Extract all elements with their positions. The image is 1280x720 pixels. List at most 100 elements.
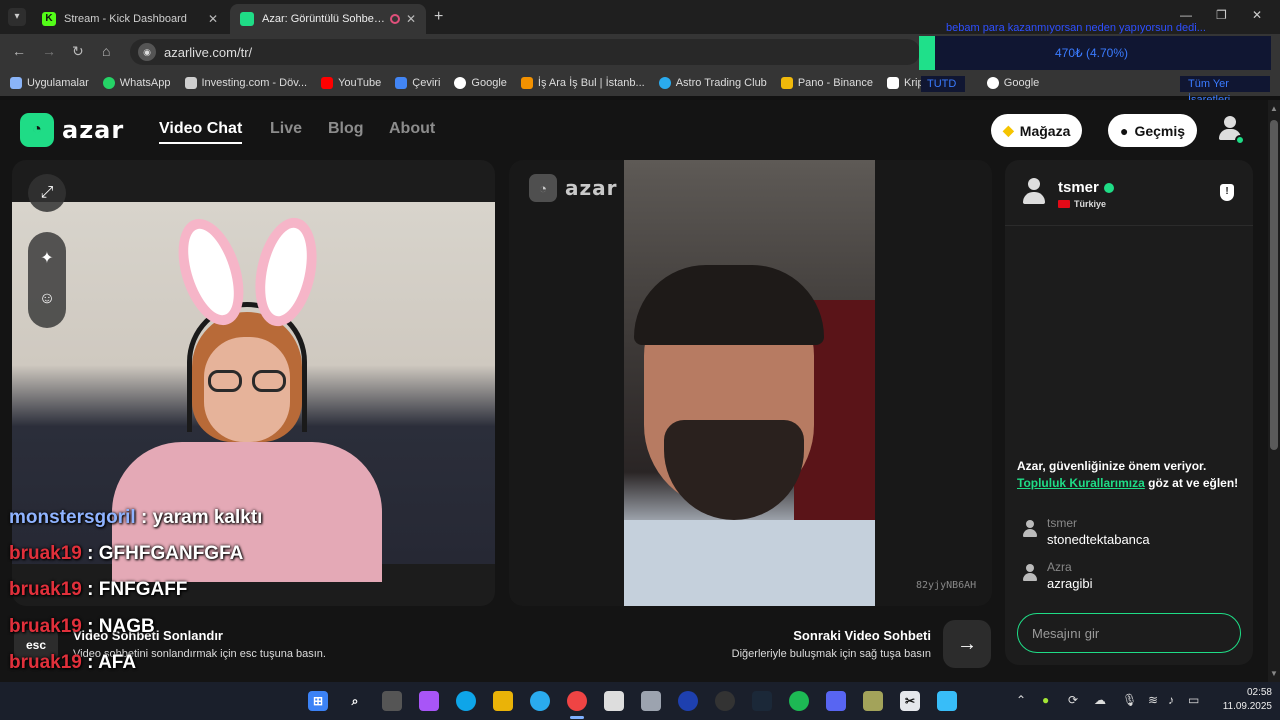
nav-live[interactable]: Live — [270, 120, 302, 138]
page-scrollbar[interactable]: ▲ ▼ — [1268, 100, 1280, 682]
tray-app-icon[interactable]: ● — [1042, 693, 1049, 707]
scroll-down-icon[interactable]: ▼ — [1270, 669, 1278, 678]
forward-arrow-icon[interactable]: → — [42, 43, 56, 59]
close-tab-icon[interactable]: ✕ — [208, 12, 218, 26]
whatsapp-icon — [102, 77, 115, 89]
site-info-icon[interactable]: ◉ — [138, 43, 156, 61]
copilot-icon[interactable] — [419, 691, 439, 711]
safety-text: Azar, güvenliğinize önem veriyor. — [1017, 459, 1207, 473]
windows-taskbar: ⊞ ⌕ ✂ ⌃ ● ⟳ ☁ 🎙 ≋ ♪ ▭ 02:58 11.09.2025 — [0, 682, 1280, 720]
task-view-icon[interactable] — [382, 691, 402, 711]
sparkle-effects-icon[interactable]: ✦ — [28, 248, 66, 268]
bookmark-astro-trading[interactable]: Astro Trading Club — [658, 77, 767, 89]
scroll-thumb[interactable] — [1270, 120, 1278, 450]
app-icon[interactable] — [863, 691, 883, 711]
clock-date: 11.09.2025 — [1222, 701, 1272, 712]
spotify-icon[interactable] — [789, 691, 809, 711]
file-explorer-icon[interactable] — [493, 691, 513, 711]
tab-kick-dashboard[interactable]: K Stream - Kick Dashboard ✕ — [32, 4, 228, 34]
tray-sync-icon[interactable]: ⟳ — [1068, 693, 1078, 707]
face-filter-icon[interactable]: ☺ — [28, 290, 66, 308]
google-icon — [986, 77, 999, 89]
wifi-icon[interactable]: ≋ — [1148, 693, 1158, 707]
telegram-icon[interactable] — [530, 691, 550, 711]
chat-message-input[interactable] — [1017, 613, 1241, 653]
search-icon[interactable]: ⌕ — [345, 691, 365, 711]
community-guidelines-link[interactable]: Topluluk Kurallarımıza — [1017, 476, 1145, 490]
investing-icon — [184, 77, 197, 89]
history-button[interactable]: ● Geçmiş — [1108, 114, 1198, 147]
next-chat-subtitle: Diğerleriyle buluşmak için sağ tuşa bası… — [731, 648, 931, 660]
obs-icon[interactable] — [715, 691, 735, 711]
azar-favicon-icon — [240, 12, 254, 26]
user-avatar-icon — [1023, 564, 1037, 582]
bookmark-job-search[interactable]: İş Ara İş Bul | İstanb... — [520, 77, 645, 89]
tab-azar[interactable]: Azar: Görüntülü Sohbet, Ara ✕ — [230, 4, 426, 34]
trading-app-icon[interactable] — [678, 691, 698, 711]
google-icon — [454, 77, 467, 89]
battery-icon[interactable]: ▭ — [1188, 693, 1199, 707]
azar-logo-icon: ◔ — [20, 113, 54, 147]
notepad-icon[interactable] — [937, 691, 957, 711]
address-bar[interactable]: ◉ azarlive.com/tr/ — [130, 39, 920, 65]
nav-video-chat[interactable]: Video Chat — [159, 120, 243, 144]
window-close-icon[interactable]: ✕ — [1252, 8, 1262, 22]
tray-network-icon[interactable]: ☁ — [1094, 693, 1106, 707]
youtube-icon — [321, 77, 334, 89]
nav-about[interactable]: About — [389, 120, 435, 138]
tray-chevron-icon[interactable]: ⌃ — [1016, 693, 1026, 707]
history-label: Geçmiş — [1134, 122, 1186, 139]
message-text: azragibi — [1047, 576, 1093, 591]
chrome-icon[interactable] — [567, 691, 587, 711]
home-icon[interactable]: ⌂ — [102, 43, 110, 59]
bookmark-google-2[interactable]: Google — [986, 77, 1039, 89]
esc-key-button[interactable]: esc — [14, 630, 58, 660]
report-shield-icon[interactable]: ! — [1220, 184, 1234, 201]
azar-logo[interactable]: ◔ azar — [20, 113, 124, 147]
partner-country: Türkiye — [1058, 199, 1106, 209]
next-chat-arrow-button[interactable]: → — [943, 620, 991, 668]
partner-camera-feed — [624, 160, 875, 606]
bookmark-whatsapp[interactable]: WhatsApp — [102, 77, 171, 89]
partner-avatar-icon[interactable] — [1023, 178, 1045, 206]
profile-avatar-icon[interactable] — [1214, 114, 1246, 146]
azar-page: ◔ azar Video Chat Live Blog About ◆ Mağa… — [0, 100, 1268, 682]
bookmark-google[interactable]: Google — [454, 77, 507, 89]
job-icon — [520, 77, 533, 89]
calculator-icon[interactable] — [641, 691, 661, 711]
message-author: Azra — [1047, 560, 1072, 574]
new-tab-plus-icon[interactable]: + — [434, 8, 443, 26]
minimize-icon[interactable]: — — [1180, 8, 1192, 22]
safety-suffix: göz at ve eğlen! — [1148, 476, 1239, 490]
restore-icon[interactable]: ❐ — [1216, 8, 1227, 22]
windows-start-icon[interactable]: ⊞ — [308, 691, 328, 711]
bookmark-investing[interactable]: Investing.com - Döv... — [184, 77, 307, 89]
bookmark-youtube[interactable]: YouTube — [321, 77, 381, 89]
microphone-icon[interactable]: 🎙 — [1122, 693, 1137, 707]
nav-blog[interactable]: Blog — [328, 120, 364, 138]
volume-icon[interactable]: ♪ — [1168, 693, 1174, 707]
url-text: azarlive.com/tr/ — [164, 44, 253, 60]
store-icon[interactable] — [604, 691, 624, 711]
all-bookmarks[interactable]: Tüm Yer İşaretleri — [1180, 76, 1270, 106]
expand-icon[interactable]: ⤢ — [28, 174, 66, 212]
edge-icon[interactable] — [456, 691, 476, 711]
bookmark-apps[interactable]: Uygulamalar — [10, 77, 89, 89]
capcut-icon[interactable]: ✂ — [900, 691, 920, 711]
bookmark-translate[interactable]: Çeviri — [395, 77, 440, 89]
close-tab-icon[interactable]: ✕ — [406, 12, 416, 26]
back-arrow-icon[interactable]: ← — [12, 43, 26, 59]
azar-logo-text: azar — [62, 116, 125, 144]
discord-icon[interactable] — [826, 691, 846, 711]
bookmark-label: Çeviri — [412, 77, 441, 89]
recording-indicator-icon — [389, 14, 400, 24]
system-clock[interactable]: 02:58 11.09.2025 — [1208, 686, 1272, 714]
tab-search-chevron-icon[interactable]: ▾ — [8, 8, 26, 26]
steam-icon[interactable] — [752, 691, 772, 711]
reload-icon[interactable]: ↻ — [72, 43, 84, 60]
bookmark-binance[interactable]: Pano - Binance — [780, 77, 873, 89]
shop-button[interactable]: ◆ Mağaza — [991, 114, 1083, 147]
message-author: tsmer — [1047, 516, 1077, 530]
scroll-up-icon[interactable]: ▲ — [1270, 104, 1278, 113]
tab-title: Stream - Kick Dashboard — [64, 13, 187, 25]
